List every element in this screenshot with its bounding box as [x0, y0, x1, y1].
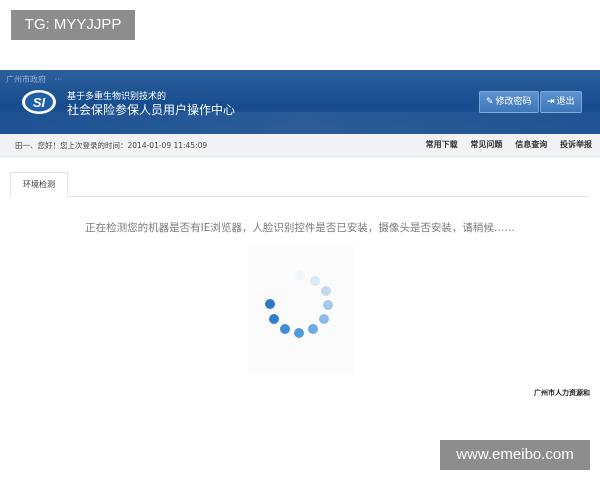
- edit-icon: ✎: [486, 97, 494, 107]
- si-logo-icon: SI: [22, 90, 56, 114]
- svg-text:SI: SI: [33, 95, 46, 110]
- spinner-dot: [310, 276, 320, 286]
- sub-nav: 常用下载 常见问题 信息查询 投诉举报: [416, 139, 592, 150]
- app-header: 广州市政府 ··· SI 基于多重生物识别技术的 社会保险参保人员用户操作中心 …: [0, 70, 600, 134]
- spinner-dot: [265, 299, 275, 309]
- tab-bar: 环境检测: [10, 172, 588, 197]
- nav-faq[interactable]: 常见问题: [470, 140, 502, 149]
- logout-icon: ⇥: [547, 97, 555, 107]
- footer-org: 广州市人力资源和: [534, 389, 590, 397]
- spinner-dot: [280, 324, 290, 334]
- nav-downloads[interactable]: 常用下载: [426, 140, 458, 149]
- sub-bar: 田一、您好！您上次登录的时间：2014-01-09 11:45:09 常用下载 …: [0, 134, 600, 157]
- spinner-dot: [308, 324, 318, 334]
- top-links: 广州市政府 ···: [6, 74, 68, 85]
- top-link[interactable]: 广州市政府: [6, 75, 46, 84]
- loading-spinner: [248, 244, 354, 374]
- logout-button[interactable]: ⇥ 退出: [540, 91, 582, 113]
- spinner-dot: [319, 314, 329, 324]
- spinner-dot: [294, 328, 304, 338]
- spinner-dot: [323, 300, 333, 310]
- slogan-line-2: 社会保险参保人员用户操作中心: [67, 103, 236, 117]
- login-greeting: 田一、您好！您上次登录的时间：2014-01-09 11:45:09: [15, 141, 208, 150]
- nav-info-query[interactable]: 信息查询: [515, 140, 547, 149]
- nav-complaint[interactable]: 投诉举报: [560, 140, 592, 149]
- tab-environment-check[interactable]: 环境检测: [10, 172, 68, 197]
- change-password-button[interactable]: ✎ 修改密码: [479, 91, 539, 113]
- top-link[interactable]: ···: [55, 75, 63, 84]
- spinner-dot: [321, 286, 331, 296]
- status-message: 正在检测您的机器是否有IE浏览器，人脸识别控件是否已安装，摄像头是否安装，请稍候…: [85, 222, 515, 234]
- spinner-dot: [269, 314, 279, 324]
- watermark-top: TG: MYYJJPP: [11, 10, 135, 40]
- watermark-bottom: www.emeibo.com: [440, 440, 590, 470]
- spinner-dot: [295, 271, 305, 281]
